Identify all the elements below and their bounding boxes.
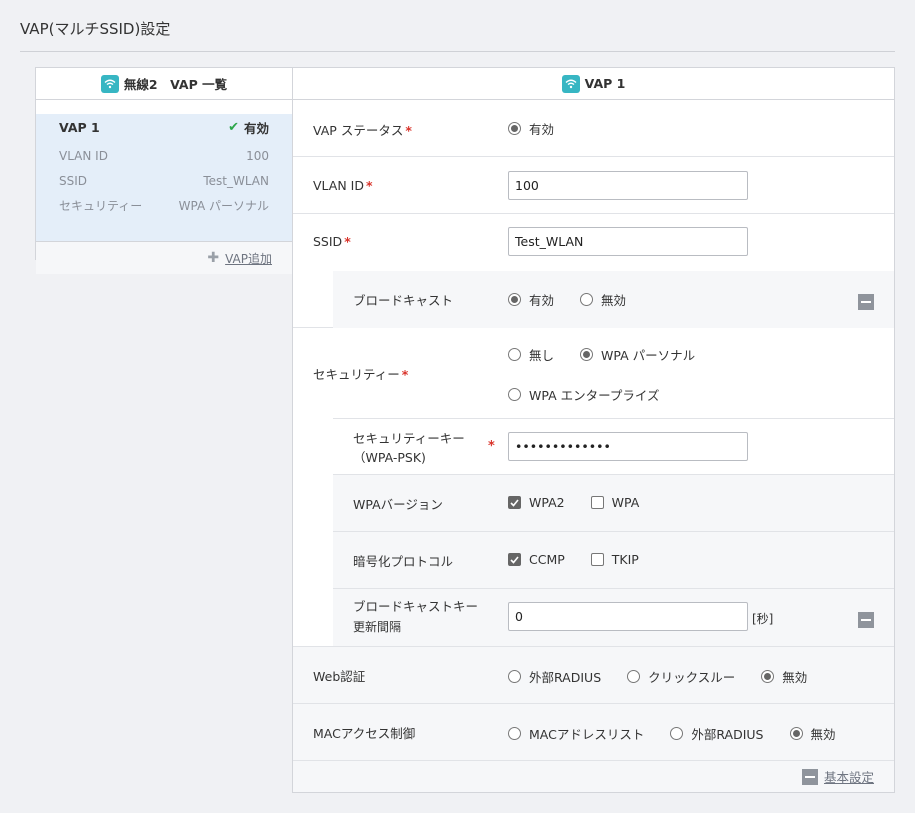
panel-footer: 基本設定	[293, 761, 894, 792]
vap-settings-title: VAP 1	[584, 76, 626, 91]
psk-label: セキュリティーキー （WPA-PSK)	[353, 431, 465, 465]
security-wpa-enterprise-radio[interactable]: WPA エンタープライズ	[508, 385, 660, 404]
security-wpa-personal-radio[interactable]: WPA パーソナル	[580, 345, 695, 364]
vap-status-row: VAP ステータス * 有効	[293, 100, 894, 157]
web-auth-radius-radio[interactable]: 外部RADIUS	[508, 667, 601, 686]
mac-control-row: MACアクセス制御 MACアドレスリスト 外部RADIUS 無効	[293, 704, 894, 761]
tkip-checkbox[interactable]: TKIP	[590, 552, 639, 567]
vap-status-enabled-radio[interactable]: 有効	[508, 119, 554, 138]
vlan-id-label: VLAN ID *	[313, 178, 373, 193]
cipher-label: 暗号化プロトコル	[353, 554, 454, 569]
broadcast-disabled-radio[interactable]: 無効	[580, 290, 626, 309]
vap-settings-panel: VAP 1 VAP ステータス * 有効 VLAN ID * 100 SSID * T…	[292, 67, 895, 793]
wpa-version-label: WPAバージョン	[353, 497, 443, 512]
vap-list-panel: 無線2 VAP 一覧 VAP 1 ✔ 有効 VLAN ID 100 SSID T…	[35, 67, 293, 274]
basic-settings-link[interactable]: 基本設定	[824, 767, 874, 786]
psk-required-mark: *	[488, 439, 495, 454]
vap-status-label: VAP ステータス *	[313, 123, 412, 138]
web-auth-label: Web認証	[313, 669, 366, 684]
vap-card-row-label: SSID	[59, 173, 88, 188]
add-vap-link[interactable]: VAP追加	[225, 250, 272, 267]
wpa2-checkbox[interactable]: WPA2	[508, 495, 565, 510]
vlan-id-row: VLAN ID * 100	[293, 157, 894, 214]
collapse-icon[interactable]	[858, 612, 874, 628]
wpa-checkbox[interactable]: WPA	[590, 495, 639, 510]
web-auth-row: Web認証 外部RADIUS クリックスルー 無効	[293, 647, 894, 704]
ssid-input[interactable]: Test_WLAN	[508, 227, 748, 256]
vap-settings-header: VAP 1	[293, 68, 894, 100]
wifi-icon	[561, 74, 580, 93]
broadcast-row: ブロードキャスト 有効 無効	[333, 271, 894, 328]
check-icon: ✔	[228, 119, 239, 135]
mac-control-label: MACアクセス制御	[313, 726, 416, 741]
cipher-row: 暗号化プロトコル CCMP TKIP	[333, 532, 894, 589]
vap-card-row: SSID Test_WLAN	[59, 168, 269, 193]
web-auth-clickthrough-radio[interactable]: クリックスルー	[627, 667, 735, 686]
vap-card-row: VLAN ID 100	[59, 143, 269, 168]
wifi-icon	[100, 74, 119, 93]
security-none-radio[interactable]: 無し	[508, 345, 554, 364]
rekey-unit: [秒]	[752, 612, 774, 626]
vap-list-title: 無線2 VAP 一覧	[123, 77, 228, 92]
wpa-version-row: WPAバージョン WPA2 WPA	[333, 475, 894, 532]
rekey-row: ブロードキャストキー 更新間隔 0 [秒]	[333, 589, 894, 646]
vap-card[interactable]: VAP 1 ✔ 有効 VLAN ID 100 SSID Test_WLAN セキ…	[36, 114, 292, 242]
vlan-id-input[interactable]: 100	[508, 171, 748, 200]
rekey-input[interactable]: 0	[508, 602, 748, 631]
security-row: セキュリティー * 無し WPA パーソナル WPA エンタープライズ セキュリテ…	[293, 328, 894, 647]
ssid-label: SSID *	[313, 234, 351, 249]
add-vap-row: ✚ VAP追加	[36, 242, 292, 274]
vap-card-row-value: Test_WLAN	[203, 173, 269, 188]
mac-disabled-radio[interactable]: 無効	[789, 724, 836, 743]
vap-card-row: セキュリティー WPA パーソナル	[59, 193, 269, 218]
ccmp-checkbox[interactable]: CCMP	[508, 552, 565, 567]
psk-input[interactable]: •••••••••••••	[508, 432, 748, 461]
vap-card-status: ✔ 有効	[228, 118, 269, 137]
ssid-row: SSID * Test_WLAN ブロードキャスト 有効 無効	[293, 214, 894, 328]
vap-card-name: VAP 1	[59, 119, 100, 135]
broadcast-label: ブロードキャスト	[353, 293, 454, 308]
vap-card-row-value: 100	[246, 148, 269, 163]
vap-card-row-label: VLAN ID	[59, 148, 108, 163]
page-title: VAP(マルチSSID)設定	[20, 20, 171, 38]
psk-row: セキュリティーキー （WPA-PSK) * •••••••••••••	[333, 418, 894, 475]
web-auth-disabled-radio[interactable]: 無効	[761, 667, 807, 686]
collapse-icon[interactable]	[801, 768, 818, 785]
rekey-label: ブロードキャストキー 更新間隔	[353, 599, 479, 634]
plus-icon: ✚	[207, 250, 220, 266]
collapse-icon[interactable]	[858, 294, 874, 310]
mac-radius-radio[interactable]: 外部RADIUS	[670, 724, 764, 743]
vap-card-row-value: WPA パーソナル	[178, 199, 269, 213]
security-label: セキュリティー *	[313, 367, 409, 382]
broadcast-enabled-radio[interactable]: 有効	[508, 290, 554, 309]
vap-card-row-label: セキュリティー	[59, 199, 143, 213]
mac-list-radio[interactable]: MACアドレスリスト	[508, 724, 644, 743]
vap-list-header: 無線2 VAP 一覧	[36, 68, 292, 100]
vap-card-status-text: 有効	[243, 120, 269, 136]
title-divider	[20, 51, 895, 52]
